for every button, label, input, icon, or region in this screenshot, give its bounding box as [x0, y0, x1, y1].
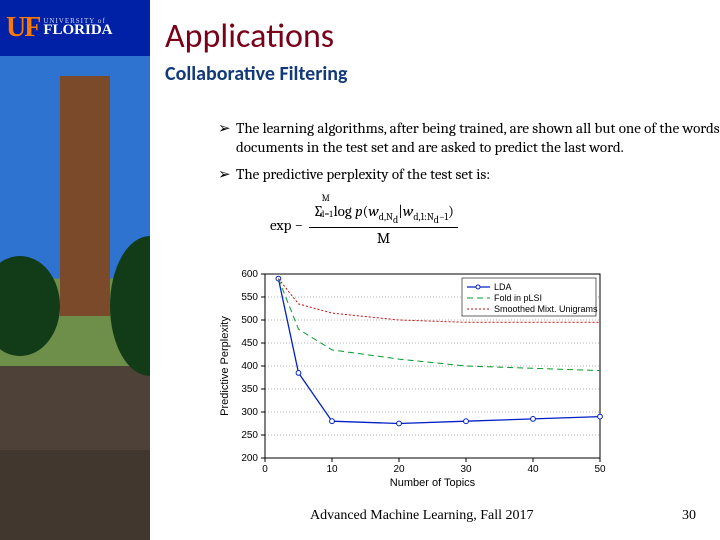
century-tower	[60, 76, 110, 316]
formula-numerator: ∑Md=1 log p(wd,Nd|wd,1:Nd−1)	[309, 202, 458, 228]
svg-text:250: 250	[241, 430, 258, 441]
formula-denominator: M	[377, 228, 390, 247]
perplexity-chart: 0 10 20 30 40 50 200 250 300 350 400 450 500 550 600 Nu…	[210, 266, 610, 488]
svg-text:10: 10	[326, 464, 338, 475]
svg-text:500: 500	[241, 315, 258, 326]
svg-text:400: 400	[241, 361, 258, 372]
svg-text:40: 40	[527, 464, 539, 475]
crowd	[0, 450, 150, 540]
svg-text:Smoothed Mixt. Unigrams: Smoothed Mixt. Unigrams	[494, 304, 598, 314]
svg-text:Fold in pLSI: Fold in pLSI	[494, 293, 542, 303]
svg-text:30: 30	[460, 464, 472, 475]
sidebar: UF UNIVERSITY of FLORIDA	[0, 0, 150, 540]
bullet-list: The learning algorithms, after being tra…	[178, 119, 720, 193]
svg-text:200: 200	[241, 453, 258, 464]
uf-logo: UF UNIVERSITY of FLORIDA	[0, 0, 150, 56]
bullet-item: The predictive perplexity of the test se…	[218, 165, 720, 184]
svg-text:350: 350	[241, 384, 258, 395]
svg-text:50: 50	[594, 464, 606, 475]
slide: UF UNIVERSITY of FLORIDA Applications Co…	[0, 0, 720, 540]
svg-text:Predictive Perplexity: Predictive Perplexity	[219, 316, 231, 416]
svg-text:0: 0	[262, 464, 268, 475]
uf-bottom: FLORIDA	[43, 24, 112, 38]
uf-wordmark: UNIVERSITY of FLORIDA	[43, 18, 112, 38]
svg-text:300: 300	[241, 407, 258, 418]
svg-text:LDA: LDA	[494, 282, 512, 292]
bullet-item: The learning algorithms, after being tra…	[218, 119, 720, 157]
uf-mark: UF	[6, 12, 39, 44]
slide-title: Applications	[165, 16, 334, 57]
perplexity-formula: exp − ∑Md=1 log p(wd,Nd|wd,1:Nd−1) M	[270, 202, 458, 247]
tree	[110, 236, 150, 376]
svg-text:450: 450	[241, 338, 258, 349]
svg-text:550: 550	[241, 292, 258, 303]
formula-fraction: ∑Md=1 log p(wd,Nd|wd,1:Nd−1) M	[309, 202, 458, 247]
svg-text:600: 600	[241, 269, 258, 280]
page-number: 30	[682, 508, 696, 524]
formula-prefix: exp −	[270, 216, 303, 234]
tree	[0, 256, 60, 356]
svg-text:20: 20	[393, 464, 405, 475]
svg-text:Number of Topics: Number of Topics	[390, 477, 476, 488]
campus-photo	[0, 56, 150, 540]
footer-text: Advanced Machine Learning, Fall 2017	[310, 508, 534, 524]
plot-area: 0 10 20 30 40 50 200 250 300 350 400 450 500 550 600 Nu…	[219, 269, 606, 488]
slide-subtitle: Collaborative Filtering	[165, 62, 347, 86]
